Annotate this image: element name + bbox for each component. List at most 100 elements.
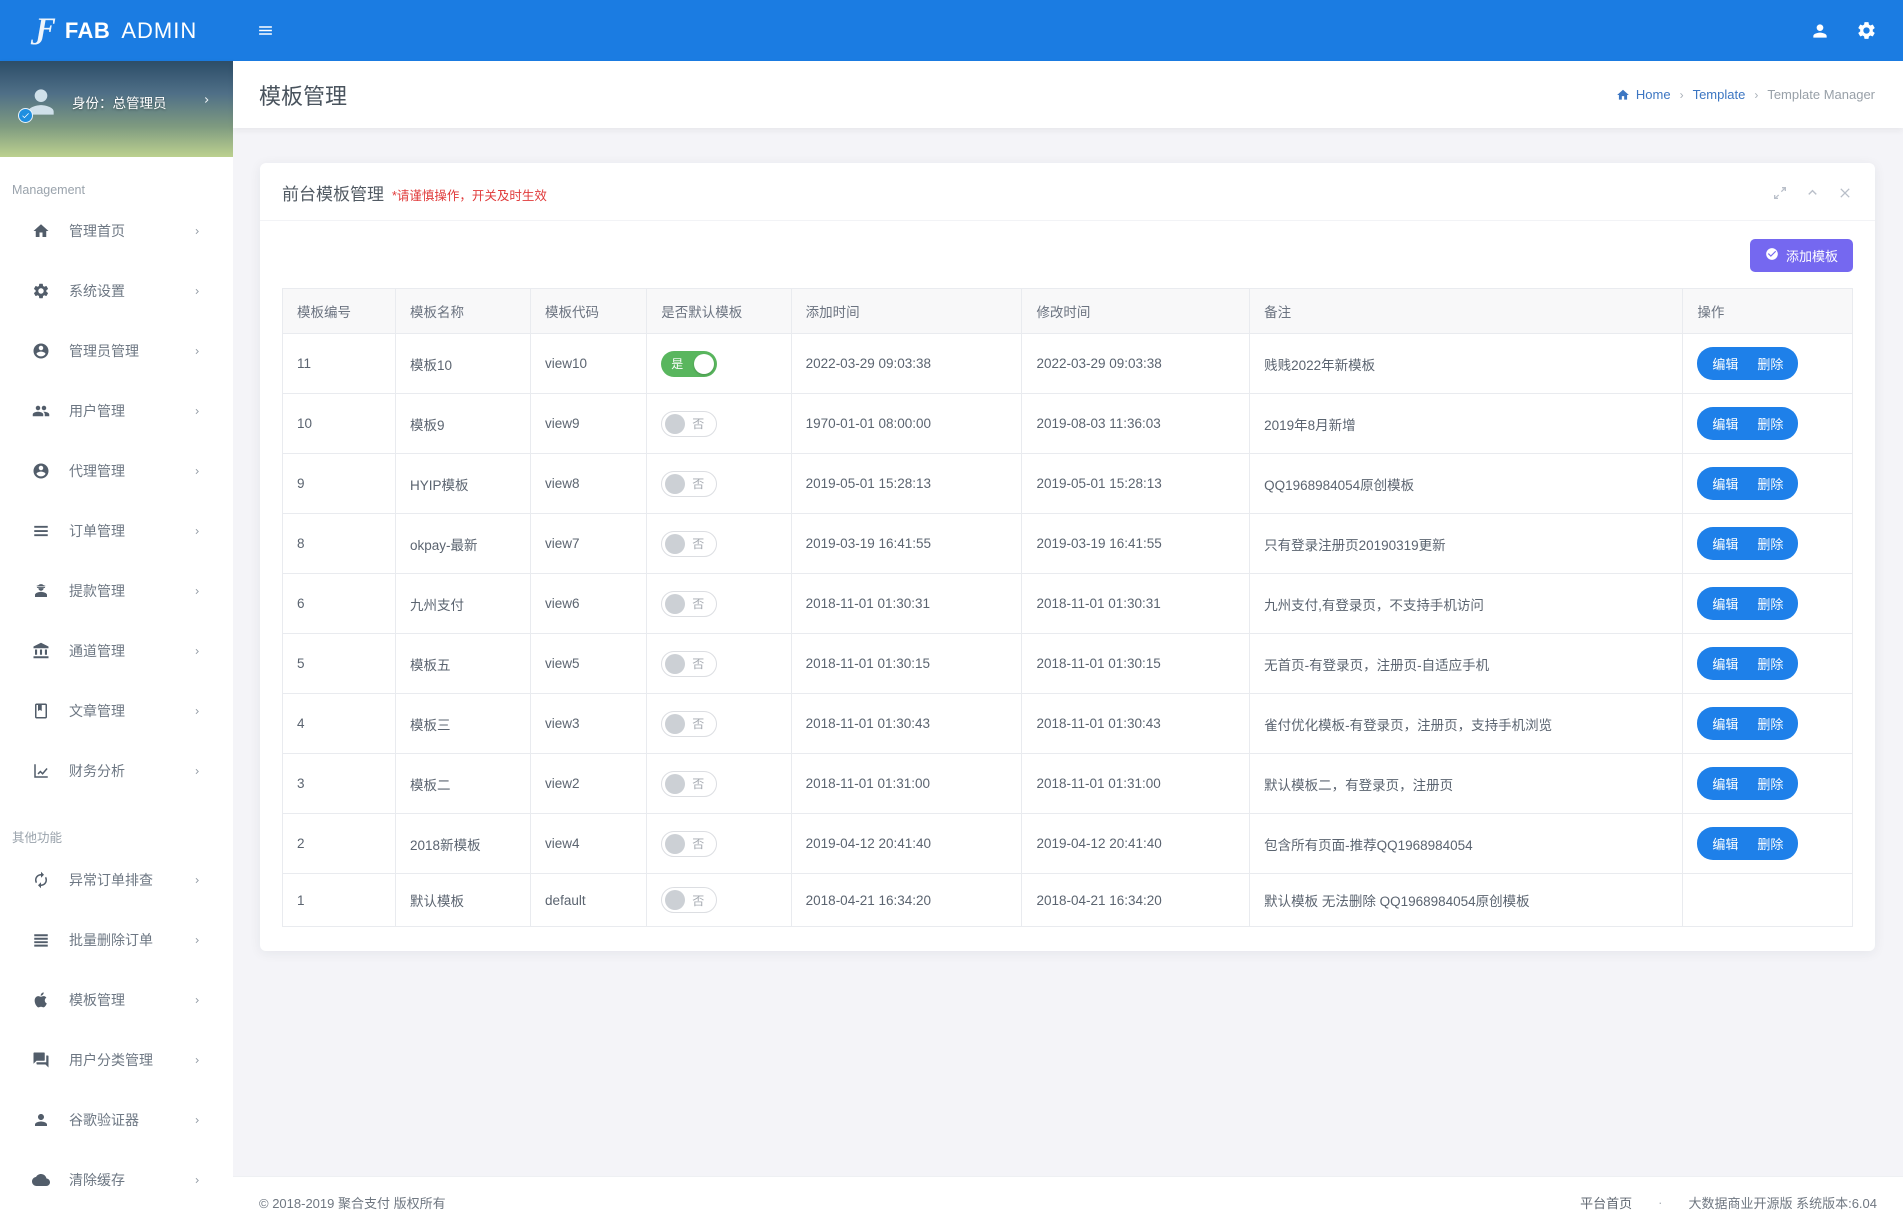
sidebar-item-finance[interactable]: 财务分析 (0, 741, 233, 801)
sidebar-item-users[interactable]: 用户管理 (0, 381, 233, 441)
delete-button[interactable]: 删除 (1757, 714, 1783, 733)
delete-button[interactable]: 删除 (1757, 354, 1783, 373)
chevron-right-icon[interactable] (201, 93, 213, 111)
chevron-right-icon (204, 97, 209, 103)
default-template-toggle[interactable]: 是 (661, 350, 718, 377)
cell-name: 模板二 (395, 753, 532, 814)
edit-button[interactable]: 编辑 (1712, 774, 1738, 793)
brand[interactable]: Ƒ FAB ADMIN (0, 0, 233, 61)
cell-added: 2018-11-01 01:30:15 (790, 633, 1023, 694)
delete-button[interactable]: 删除 (1757, 534, 1783, 553)
sidebar-item-dashboard[interactable]: 管理首页 (0, 201, 233, 261)
chevron-right-icon (195, 648, 199, 654)
table-row: 3 模板二 view2 否 2018-11-01 01:31:00 2018-11-01 … (281, 753, 1853, 814)
batch-delete-icon (34, 934, 48, 947)
default-template-toggle[interactable]: 否 (661, 410, 718, 437)
cell-name: 默认模板 (395, 873, 532, 927)
cell-id: 6 (281, 573, 397, 634)
sidebar-item-abnormal-orders[interactable]: 异常订单排查 (0, 850, 233, 910)
sidebar-item-clear-cache[interactable]: 清除缓存 (0, 1150, 233, 1210)
edit-button[interactable]: 编辑 (1712, 474, 1738, 493)
sidebar-item-user-category[interactable]: 用户分类管理 (0, 1030, 233, 1090)
chevron-up-icon[interactable] (1804, 184, 1821, 201)
sidebar-item-label: 批量删除订单 (69, 932, 153, 948)
close-icon[interactable] (1837, 185, 1853, 201)
sidebar-item-withdrawals[interactable]: 提款管理 (0, 561, 233, 621)
cell-remark: 默认模板 无法删除 QQ1968984054原创模板 (1249, 873, 1684, 927)
delete-button[interactable]: 删除 (1757, 474, 1783, 493)
sidebar-item-agents[interactable]: 代理管理 (0, 441, 233, 501)
cell-default: 否 (646, 693, 792, 754)
sync-icon (35, 871, 47, 889)
expand-icon[interactable] (1772, 185, 1788, 201)
column-header: 模板名称 (395, 288, 532, 334)
default-template-toggle[interactable]: 否 (661, 770, 718, 797)
user-identity-label: 身份：总管理员 (72, 96, 167, 111)
cell-code: view2 (530, 753, 648, 814)
default-template-toggle[interactable]: 否 (661, 470, 718, 497)
edit-button[interactable]: 编辑 (1712, 594, 1738, 613)
page-title: 模板管理 (259, 83, 348, 109)
sidebar-item-admins[interactable]: 管理员管理 (0, 321, 233, 381)
default-template-toggle[interactable]: 否 (661, 590, 718, 617)
cell-code: view3 (530, 693, 648, 754)
cell-actions (1682, 873, 1853, 927)
column-header: 模板代码 (530, 288, 648, 334)
table-row: 6 九州支付 view6 否 2018-11-01 01:30:31 2018-11-01… (281, 573, 1853, 634)
edit-button[interactable]: 编辑 (1712, 414, 1738, 433)
action-buttons: 编辑 删除 (1697, 527, 1799, 560)
delete-button[interactable]: 删除 (1757, 834, 1783, 853)
add-template-button[interactable]: 添加模板 (1749, 239, 1853, 272)
delete-button[interactable]: 删除 (1757, 594, 1783, 613)
default-template-toggle[interactable]: 否 (661, 530, 718, 557)
edit-button[interactable]: 编辑 (1712, 354, 1738, 373)
toggle-knob (665, 533, 686, 554)
sidebar-item-orders[interactable]: 订单管理 (0, 501, 233, 561)
breadcrumb-item-template[interactable]: Template (1693, 87, 1746, 102)
cell-actions: 编辑 删除 (1682, 693, 1853, 754)
sidebar-item-google-auth[interactable]: 谷歌验证器 (0, 1090, 233, 1150)
breadcrumb-item-home[interactable]: Home (1616, 87, 1671, 102)
edit-button[interactable]: 编辑 (1712, 654, 1738, 673)
sidebar-item-articles[interactable]: 文章管理 (0, 681, 233, 741)
sidebar-item-batch-delete[interactable]: 批量删除订单 (0, 910, 233, 970)
delete-button[interactable]: 删除 (1757, 654, 1783, 673)
gear-icon[interactable] (1856, 20, 1877, 41)
toggle-knob (665, 890, 686, 910)
cell-name: 九州支付 (395, 573, 532, 634)
cell-id: 11 (281, 333, 397, 394)
page-header: 模板管理 Home › Template › Template Manager (233, 61, 1903, 128)
edit-button[interactable]: 编辑 (1712, 714, 1738, 733)
sidebar-item-label: 代理管理 (69, 463, 125, 479)
cell-remark: QQ1968984054原创模板 (1249, 453, 1684, 514)
delete-button[interactable]: 删除 (1757, 774, 1783, 793)
action-buttons: 编辑 删除 (1697, 347, 1799, 380)
check-circle-icon (1766, 248, 1778, 260)
default-template-toggle[interactable]: 否 (661, 650, 718, 677)
cell-added: 2018-11-01 01:30:43 (790, 693, 1023, 754)
cell-modified: 2018-11-01 01:30:43 (1021, 693, 1251, 754)
default-template-toggle[interactable]: 否 (661, 887, 718, 913)
delete-button[interactable]: 删除 (1757, 414, 1783, 433)
avatar (18, 83, 60, 123)
menu-icon[interactable] (257, 22, 274, 39)
sidebar-item-templates[interactable]: 模板管理 (0, 970, 233, 1030)
table-row: 11 模板10 view10 是 2022-03-29 09:03:38 2022-03-… (281, 333, 1853, 394)
card-title: 前台模板管理 (282, 185, 384, 204)
add-template-label: 添加模板 (1785, 249, 1838, 264)
default-template-toggle[interactable]: 否 (661, 710, 718, 737)
sidebar-item-settings[interactable]: 系统设置 (0, 261, 233, 321)
edit-button[interactable]: 编辑 (1712, 834, 1738, 853)
edit-button[interactable]: 编辑 (1712, 534, 1738, 553)
sidebar-user-panel[interactable]: 身份：总管理员 (0, 61, 233, 157)
default-template-toggle[interactable]: 否 (661, 830, 718, 857)
cell-actions: 编辑 删除 (1682, 573, 1853, 634)
sidebar: 身份：总管理员 Management 管理首页 系统设置 管理员管理 用户管理 代理管理订… (0, 61, 233, 1227)
footer-home-link[interactable]: 平台首页 (1580, 1193, 1632, 1212)
user-icon[interactable] (1810, 21, 1830, 41)
card-tools (1772, 184, 1853, 201)
cell-added: 1970-01-01 08:00:00 (790, 393, 1023, 454)
cell-default: 否 (646, 513, 792, 574)
cell-modified: 2018-11-01 01:31:00 (1021, 753, 1251, 814)
sidebar-item-channels[interactable]: 通道管理 (0, 621, 233, 681)
